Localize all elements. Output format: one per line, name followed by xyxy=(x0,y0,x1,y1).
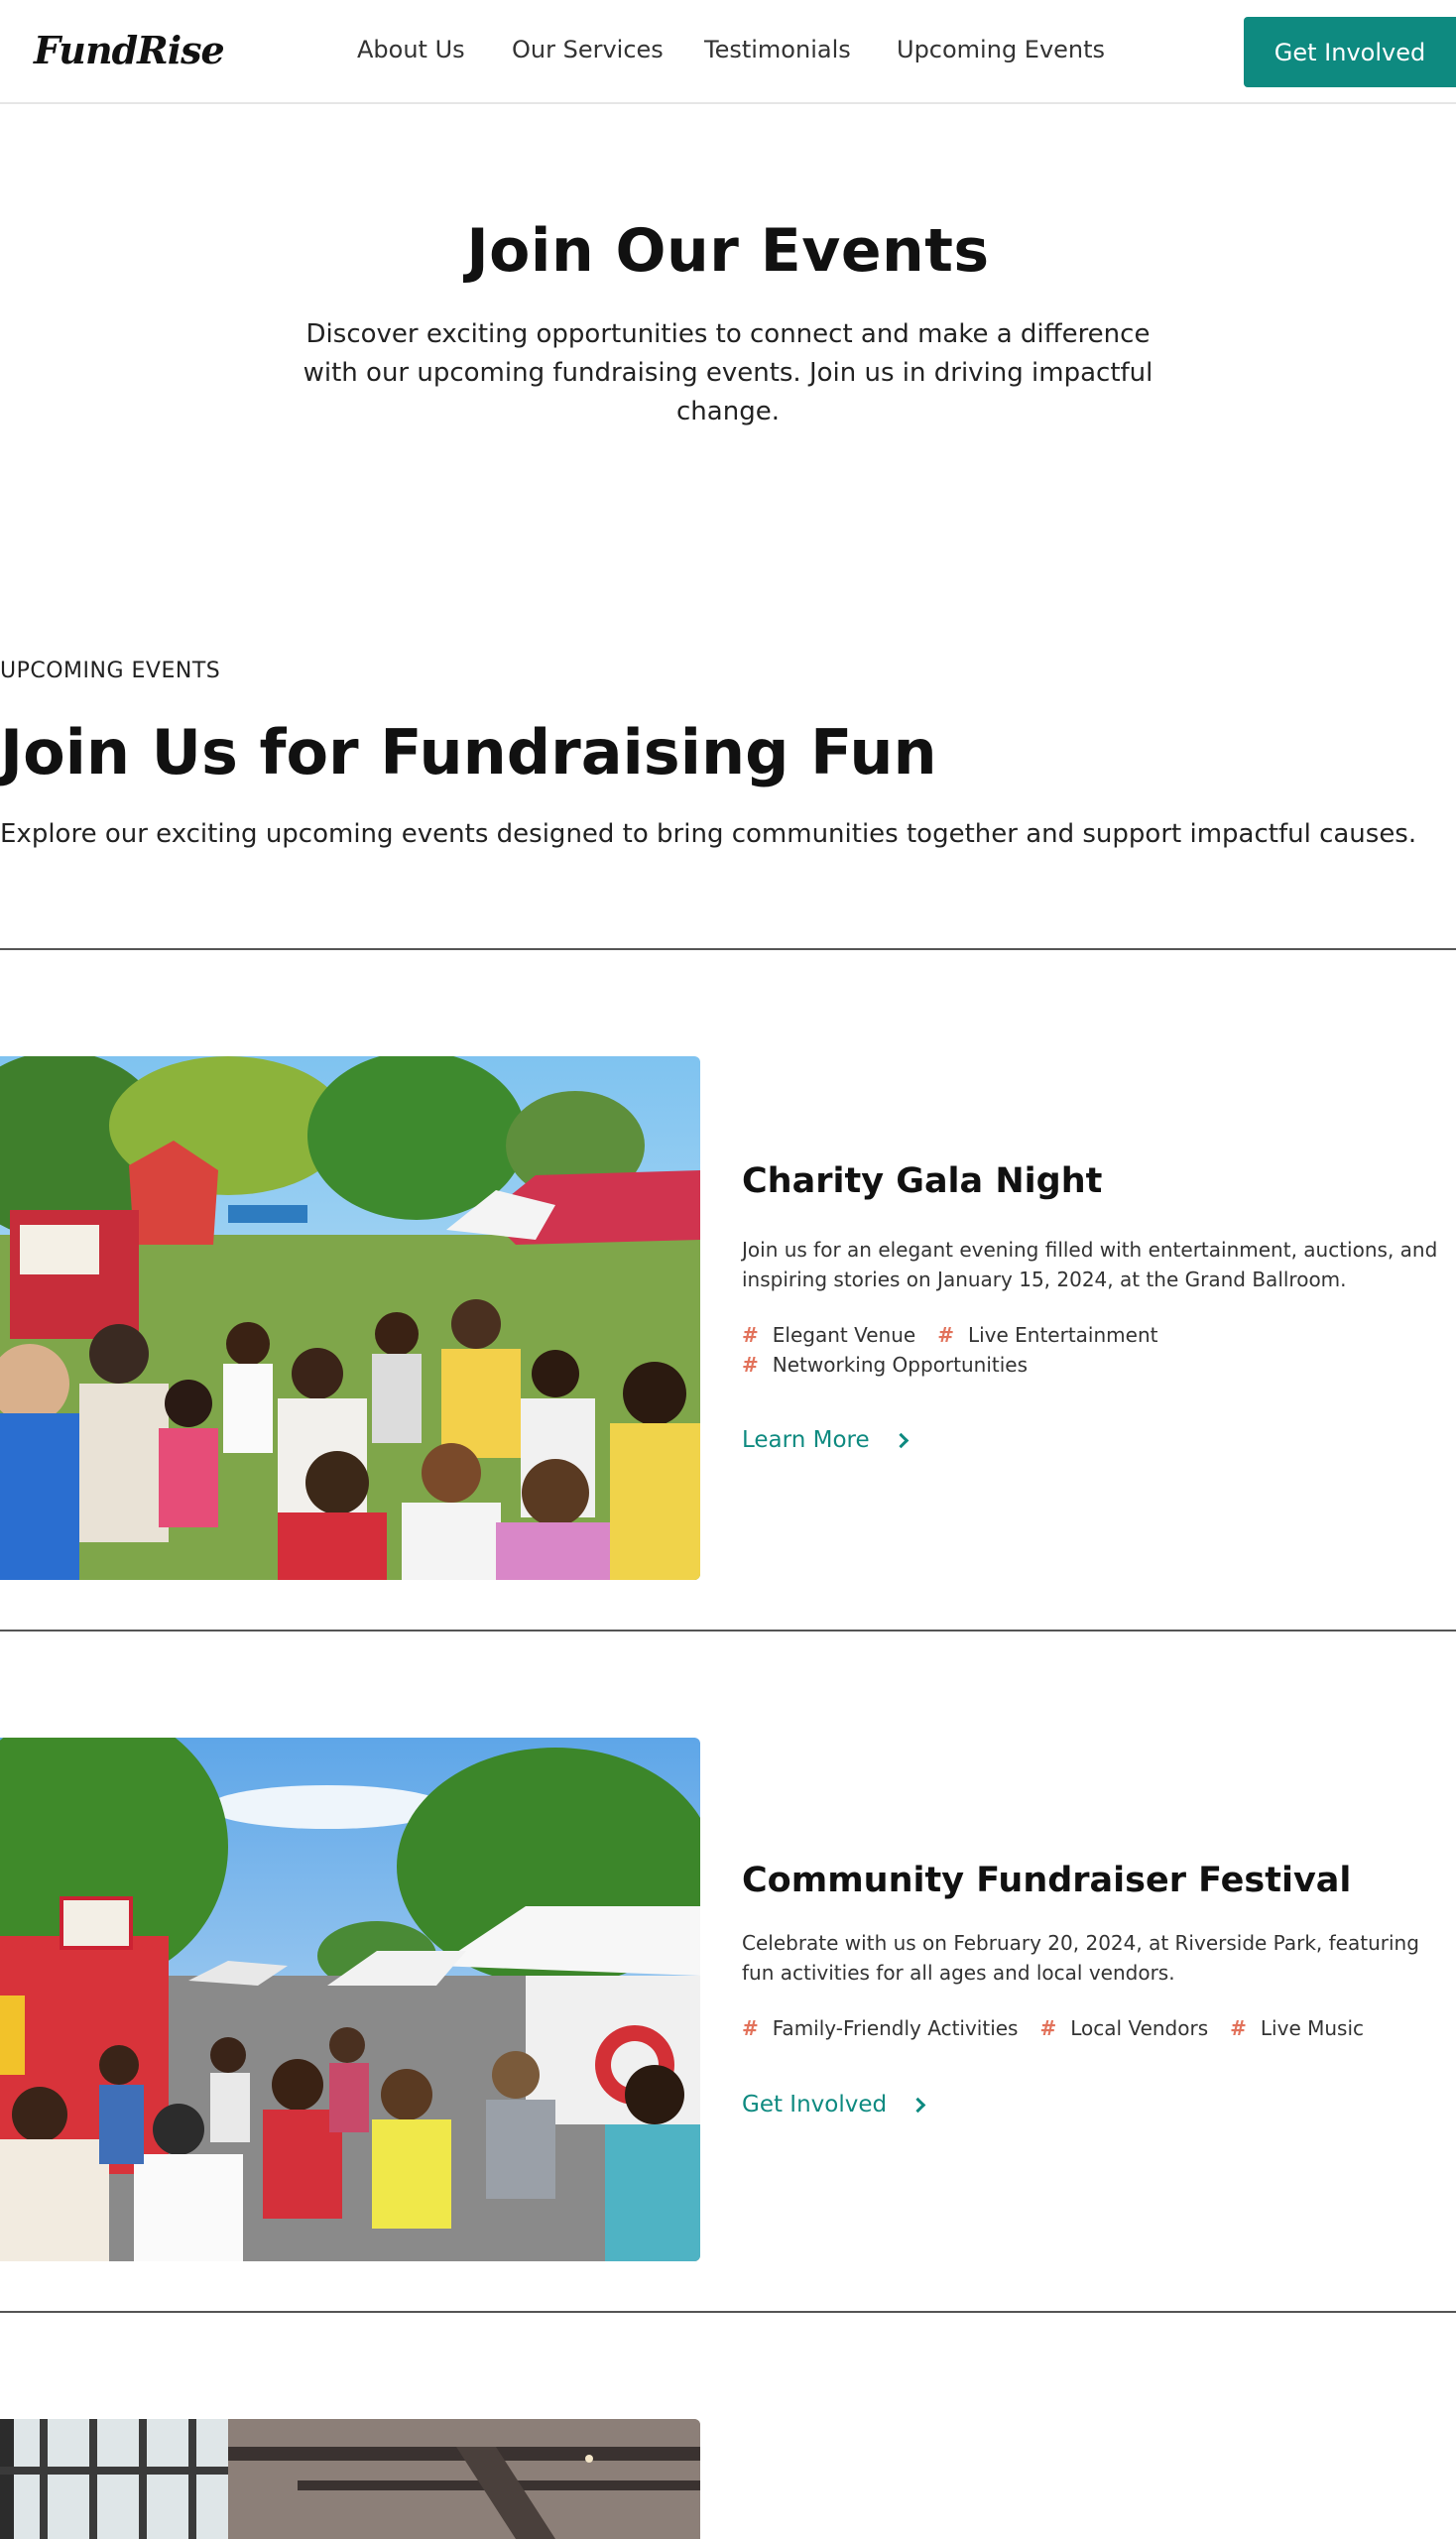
divider xyxy=(0,2311,1456,2313)
divider xyxy=(0,1630,1456,1632)
get-involved-button[interactable]: Get Involved xyxy=(1244,17,1456,87)
nav-our-services[interactable]: Our Services xyxy=(512,36,664,63)
hero-subtitle: Discover exciting opportunities to conne… xyxy=(303,319,1153,426)
hash-icon: # xyxy=(1039,2016,1057,2040)
indoor-hall-photo xyxy=(0,2419,700,2539)
event-card: Community Fundraiser Festival Celebrate … xyxy=(0,1738,1456,2263)
hash-icon: # xyxy=(1230,2016,1247,2040)
hash-icon: # xyxy=(742,1353,759,1377)
chevron-right-icon xyxy=(893,1432,909,1448)
hash-icon: # xyxy=(937,1323,954,1347)
event-tag: # Local Vendors xyxy=(1039,2016,1209,2040)
hash-icon: # xyxy=(742,1323,759,1347)
event-tag: # Live Entertainment xyxy=(937,1323,1158,1347)
event-card: Charity Gala Night Join us for an elegan… xyxy=(0,1056,1456,1582)
section-eyebrow: UPCOMING EVENTS xyxy=(0,659,221,683)
chevron-right-icon xyxy=(910,2097,926,2113)
get-involved-link[interactable]: Get Involved xyxy=(742,2092,926,2117)
event-tags: # Elegant Venue # Live Entertainment # Netw… xyxy=(742,1323,1446,1377)
brand-logo[interactable]: FundRise xyxy=(34,28,225,72)
hero-title: Join Our Events xyxy=(466,216,990,286)
event-title: Charity Gala Night xyxy=(742,1161,1103,1201)
nav-about-us[interactable]: About Us xyxy=(357,36,465,63)
learn-more-link[interactable]: Learn More xyxy=(742,1427,909,1453)
street-festival-photo xyxy=(0,1738,700,2261)
event-tag: # Family-Friendly Activities xyxy=(742,2016,1019,2040)
outdoor-fair-photo xyxy=(0,1056,700,1580)
nav-testimonials[interactable]: Testimonials xyxy=(704,36,851,63)
section-title: Join Us for Fundraising Fun xyxy=(0,716,937,788)
event-card xyxy=(0,2419,1456,2539)
event-tag: # Live Music xyxy=(1230,2016,1365,2040)
event-description: Join us for an elegant evening filled wi… xyxy=(742,1238,1438,1291)
nav-upcoming-events[interactable]: Upcoming Events xyxy=(897,36,1105,63)
event-description: Celebrate with us on February 20, 2024, … xyxy=(742,1931,1419,1985)
event-tags: # Family-Friendly Activities # Local Vendo… xyxy=(742,2016,1446,2040)
event-tag: # Networking Opportunities xyxy=(742,1353,1029,1377)
event-tag: # Elegant Venue xyxy=(742,1323,916,1347)
divider xyxy=(0,948,1456,950)
hash-icon: # xyxy=(742,2016,759,2040)
section-description: Explore our exciting upcoming events des… xyxy=(0,819,1417,849)
link-label: Learn More xyxy=(742,1427,870,1453)
link-label: Get Involved xyxy=(742,2092,888,2117)
event-title: Community Fundraiser Festival xyxy=(742,1861,1352,1900)
site-header: FundRise About Us Our Services Testimoni… xyxy=(0,0,1456,104)
